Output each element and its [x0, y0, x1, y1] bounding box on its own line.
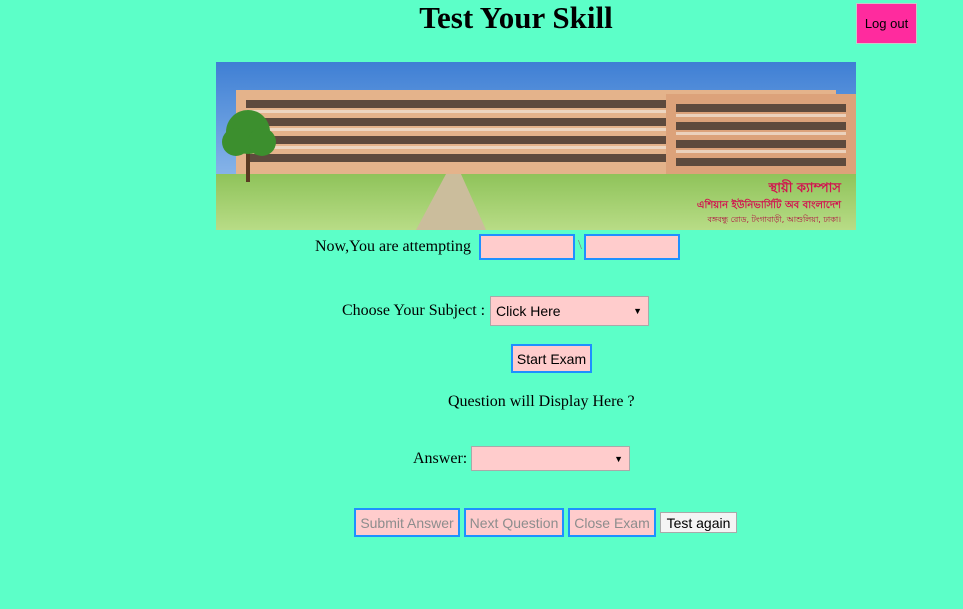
answer-label: Answer: [413, 450, 468, 467]
dropdown-caret-icon: ▼ [633, 306, 642, 316]
subject-label: Choose Your Subject : [342, 302, 486, 319]
banner-caption-line3: বঙ্গবন্ধু রোড, টংগাবাড়ী, আশুলিয়া, ঢাকা… [707, 214, 842, 224]
start-exam-button[interactable]: Start Exam [511, 344, 592, 373]
question-text: Question will Display Here ? [448, 393, 635, 410]
next-question-button[interactable]: Next Question [464, 508, 564, 537]
page-title: Test Your Skill [419, 0, 613, 35]
subject-selected-value: Click Here [496, 303, 561, 319]
banner-caption-line2: এশিয়ান ইউনিভার্সিটি অব বাংলাদেশ [697, 197, 842, 211]
attempt-separator: \ [578, 238, 582, 253]
close-exam-button[interactable]: Close Exam [568, 508, 656, 537]
banner-caption-line1: স্থায়ী ক্যাম্পাস [768, 179, 843, 196]
subject-select[interactable]: Click Here ▼ [490, 296, 649, 326]
campus-banner-image: স্থায়ী ক্যাম্পাস এশিয়ান ইউনিভার্সিটি অ… [216, 62, 856, 230]
test-again-button[interactable]: Test again [660, 512, 737, 533]
dropdown-caret-icon: ▼ [614, 453, 623, 464]
attempt-current-field[interactable] [479, 234, 575, 260]
submit-answer-button[interactable]: Submit Answer [354, 508, 460, 537]
attempt-total-field[interactable] [584, 234, 680, 260]
campus-photo: স্থায়ী ক্যাম্পাস এশিয়ান ইউনিভার্সিটি অ… [216, 62, 856, 230]
answer-select[interactable]: ▼ [471, 446, 630, 471]
attempt-label: Now,You are attempting [315, 238, 471, 255]
logout-button[interactable]: Log out [856, 3, 917, 44]
